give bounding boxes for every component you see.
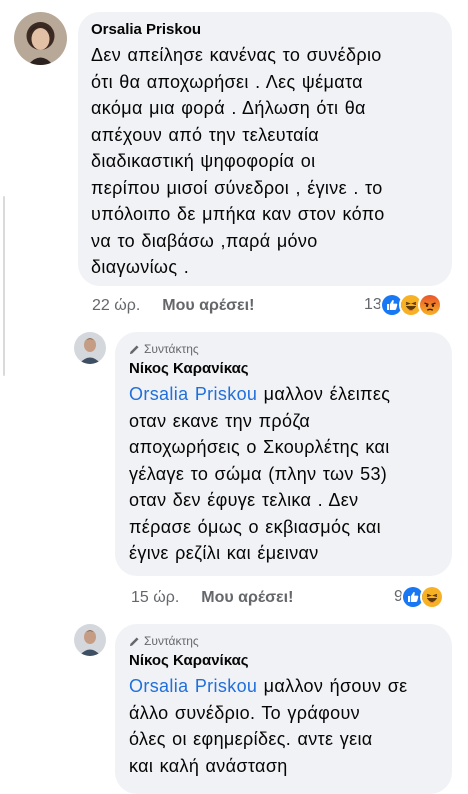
comment-line: Orsalia Priskou μαλλον ήσουν σε — [129, 676, 408, 696]
comment-line: οταν δεν έφυγε τελικα . Δεν — [129, 490, 359, 510]
pencil-icon — [129, 344, 139, 354]
author-badge-label: Συντάκτης — [144, 634, 199, 648]
avatar[interactable] — [74, 624, 106, 656]
comment-timestamp[interactable]: 22 ώρ. — [92, 297, 140, 315]
left-edge-divider — [3, 196, 5, 376]
comment-line: όλες οι εφημερίδες. αντε γεια — [129, 729, 373, 749]
haha-icon — [419, 585, 444, 609]
comment-author[interactable]: Νίκος Καρανίκας — [129, 651, 438, 671]
comment-line: να το διαβάσω ,παρά μόνο — [91, 230, 318, 251]
comment-author[interactable]: Νίκος Καρανίκας — [129, 359, 438, 379]
author-badge-label: Συντάκτης — [144, 342, 199, 356]
comment-actions: 15 ώρ. Μου αρέσει! — [131, 587, 293, 609]
reply-bubble: Συντάκτης Νίκος Καρανίκας Orsalia Prisko… — [115, 332, 452, 576]
mention-link[interactable]: Orsalia Priskou — [129, 676, 257, 696]
comment-line: οταν εκανε την πρόζα — [129, 410, 311, 431]
reaction-summary[interactable]: 9 — [394, 585, 444, 609]
comment-line: διαδικαστική ψηφοφορία οι — [91, 151, 316, 171]
pencil-icon — [129, 636, 139, 646]
mention-link[interactable]: Orsalia Priskou — [129, 384, 257, 404]
comment-line: περίπου μισοί σύνεδροι , έγινε . το — [91, 177, 383, 198]
comment-line: Orsalia Priskou μαλλον έλειπες — [129, 384, 391, 404]
comment-bubble: Orsalia Priskou Δεν απείλησε κανένας το … — [78, 12, 452, 286]
comment-line: υπόλοιπο δε μπήκα καν στον κόπο — [91, 204, 385, 224]
comment-author[interactable]: Orsalia Priskou — [91, 20, 438, 40]
comment-text: Δεν απείλησε κανένας το συνέδριο ότι θα … — [91, 42, 438, 281]
comment-line: απέχουν από την τελευταία — [91, 124, 320, 145]
comment-text: Orsalia Priskou μαλλον έλειπες οταν εκαν… — [129, 381, 438, 567]
like-button[interactable]: Μου αρέσει! — [201, 589, 293, 607]
comment-actions: 22 ώρ. Μου αρέσει! — [92, 295, 254, 317]
author-badge: Συντάκτης — [129, 633, 438, 649]
comment-line: πέρασε όμως ο εκβιασμός και — [129, 516, 381, 537]
comment-line: ακόμα μια φορά . Δήλωση ότι θα — [91, 98, 366, 118]
comment-line: άλλο συνέδριο. Το γράφουν — [129, 702, 361, 723]
avatar[interactable] — [74, 332, 106, 364]
comment-line: ότι θα αποχωρήσει . Λες ψέματα — [91, 71, 363, 92]
angry-icon — [417, 293, 442, 317]
comment-line: και καλή ανάσταση — [129, 755, 288, 776]
reply-bubble: Συντάκτης Νίκος Καρανίκας Orsalia Prisko… — [115, 624, 452, 794]
comment-line: Δεν απείλησε κανένας το συνέδριο — [91, 45, 382, 65]
comment-line: διαγωνίως . — [91, 257, 190, 277]
author-badge: Συντάκτης — [129, 341, 438, 357]
comment-line: αποχωρήσεις ο Σκουρλέτης και — [129, 437, 390, 457]
avatar[interactable] — [14, 12, 67, 65]
comment-line: γέλαγε το σώμα (πλην των 53) — [129, 463, 388, 484]
comment-line: έγινε ρεζίλι και έμειναν — [129, 543, 319, 563]
reaction-summary[interactable]: 13 — [364, 293, 442, 317]
like-button[interactable]: Μου αρέσει! — [162, 297, 254, 315]
comment-text: Orsalia Priskou μαλλον ήσουν σε άλλο συν… — [129, 673, 438, 779]
comment-timestamp[interactable]: 15 ώρ. — [131, 589, 179, 607]
